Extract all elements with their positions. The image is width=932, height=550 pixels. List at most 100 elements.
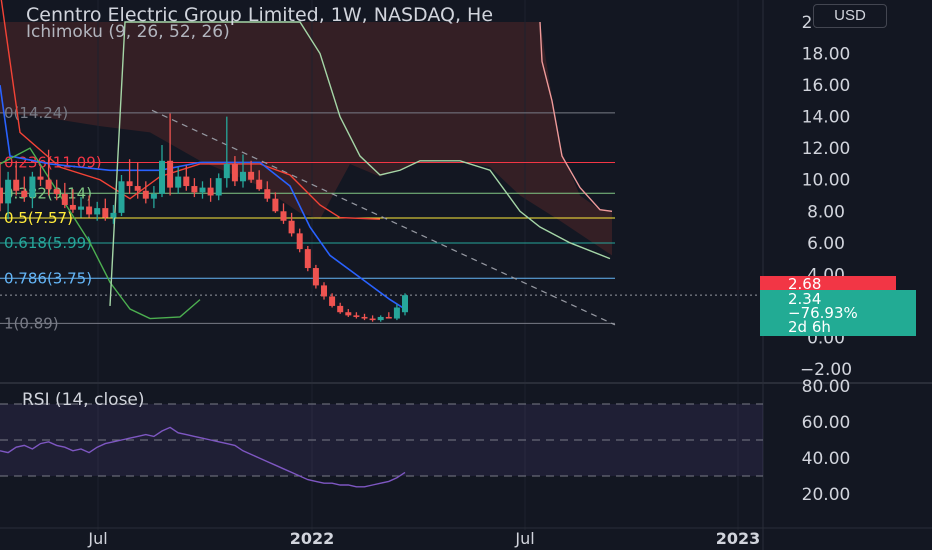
candle xyxy=(199,181,206,199)
candle xyxy=(393,304,400,321)
candle-body xyxy=(240,171,246,182)
candle-body xyxy=(53,189,60,194)
price-tick-label: 18.00 xyxy=(802,45,851,65)
rsi-tick-label: 60.00 xyxy=(802,413,851,433)
candle xyxy=(321,282,327,300)
candle-body xyxy=(369,318,376,321)
time-tick-label: 2022 xyxy=(290,529,335,548)
bar-countdown: 2d 6h xyxy=(788,318,831,336)
currency-button[interactable]: USD xyxy=(813,4,887,28)
price-tick-label: 16.00 xyxy=(802,76,851,96)
time-tick-label: 2023 xyxy=(716,529,761,548)
candle xyxy=(369,315,376,322)
candle-body xyxy=(110,212,117,218)
candle xyxy=(296,228,303,253)
fib-level-label: 0.618(5.99) xyxy=(4,234,92,252)
candle xyxy=(402,293,408,316)
candle xyxy=(150,186,157,209)
candle-body xyxy=(280,211,287,221)
candle-body xyxy=(13,179,20,191)
candle-body xyxy=(215,178,222,196)
candle xyxy=(118,174,125,217)
candle-body xyxy=(126,181,133,187)
candle xyxy=(126,159,133,194)
candle-body xyxy=(0,187,3,204)
candle-body xyxy=(207,187,214,196)
candle-body xyxy=(296,233,303,250)
rsi-tick-label: 40.00 xyxy=(802,449,851,469)
candle-body xyxy=(256,179,263,190)
candle-body xyxy=(78,206,84,210)
candle-body xyxy=(304,249,311,269)
fib-level-label: 0.5(7.57) xyxy=(4,209,73,227)
candle-body xyxy=(21,190,28,198)
candle-body xyxy=(183,176,190,187)
rsi-tick-label: 20.00 xyxy=(802,485,851,505)
candle-body xyxy=(264,189,271,199)
price-tick-label: 10.00 xyxy=(802,171,851,191)
candle xyxy=(0,163,3,212)
candle-body xyxy=(150,193,157,199)
candle-body xyxy=(167,160,174,188)
candle xyxy=(377,315,384,322)
candle-body xyxy=(37,176,44,180)
candle-body xyxy=(5,179,12,204)
candle-body xyxy=(385,316,392,319)
candle xyxy=(361,313,368,321)
fib-level-label: 0.786(3.75) xyxy=(4,269,92,287)
candle-body xyxy=(231,163,238,182)
candle xyxy=(353,312,360,319)
candle-body xyxy=(118,181,125,213)
candle xyxy=(280,203,287,224)
candle-body xyxy=(159,160,165,194)
candle-body xyxy=(94,208,101,215)
time-tick-label: Jul xyxy=(87,529,107,548)
fib-level-label: 0(14.24) xyxy=(4,104,68,122)
candle-body xyxy=(353,315,360,317)
candle-body xyxy=(45,179,52,190)
price-tick-label: 8.00 xyxy=(807,202,845,222)
candle-body xyxy=(321,285,327,297)
candle xyxy=(159,145,165,198)
candle xyxy=(345,309,352,317)
candle-body xyxy=(191,186,198,193)
close-price-tag: 2.34 −76.93% 2d 6h xyxy=(760,290,916,336)
candle xyxy=(29,171,36,209)
candle-body xyxy=(272,198,279,212)
candle xyxy=(337,302,344,314)
candle xyxy=(191,178,198,198)
candle-body xyxy=(248,171,255,180)
candle-body xyxy=(86,206,93,215)
time-tick-label: Jul xyxy=(514,529,534,548)
candle xyxy=(288,212,295,237)
candle-body xyxy=(312,268,319,286)
candle-body xyxy=(102,208,109,218)
candle xyxy=(102,198,109,221)
candle-body xyxy=(61,193,68,205)
candle xyxy=(312,264,319,289)
candle-body xyxy=(402,295,408,313)
candle-body xyxy=(377,316,384,321)
candle xyxy=(215,173,222,201)
candle-body xyxy=(69,204,76,210)
candle-body xyxy=(175,176,182,188)
candle xyxy=(385,312,392,319)
candle-body xyxy=(199,187,206,193)
ichimoku-legend[interactable]: Ichimoku (9, 26, 52, 26) xyxy=(26,22,230,42)
candle-body xyxy=(345,312,352,316)
rsi-tick-label: 80.00 xyxy=(802,377,851,397)
price-tick-label: 12.00 xyxy=(802,139,851,159)
price-tick-label: 6.00 xyxy=(807,234,845,254)
candle-body xyxy=(329,296,336,306)
candle-body xyxy=(337,305,344,313)
candle-body xyxy=(288,220,295,234)
candle-body xyxy=(223,163,230,179)
fib-level-label: 1(0.89) xyxy=(4,314,59,332)
fib-level-label: 0.236(11.09) xyxy=(4,154,102,172)
candle-body xyxy=(393,307,400,319)
candle-body xyxy=(134,186,141,191)
candle xyxy=(207,178,214,202)
rsi-legend[interactable]: RSI (14, close) xyxy=(22,390,145,410)
candle-body xyxy=(361,316,368,319)
candle xyxy=(304,245,311,272)
